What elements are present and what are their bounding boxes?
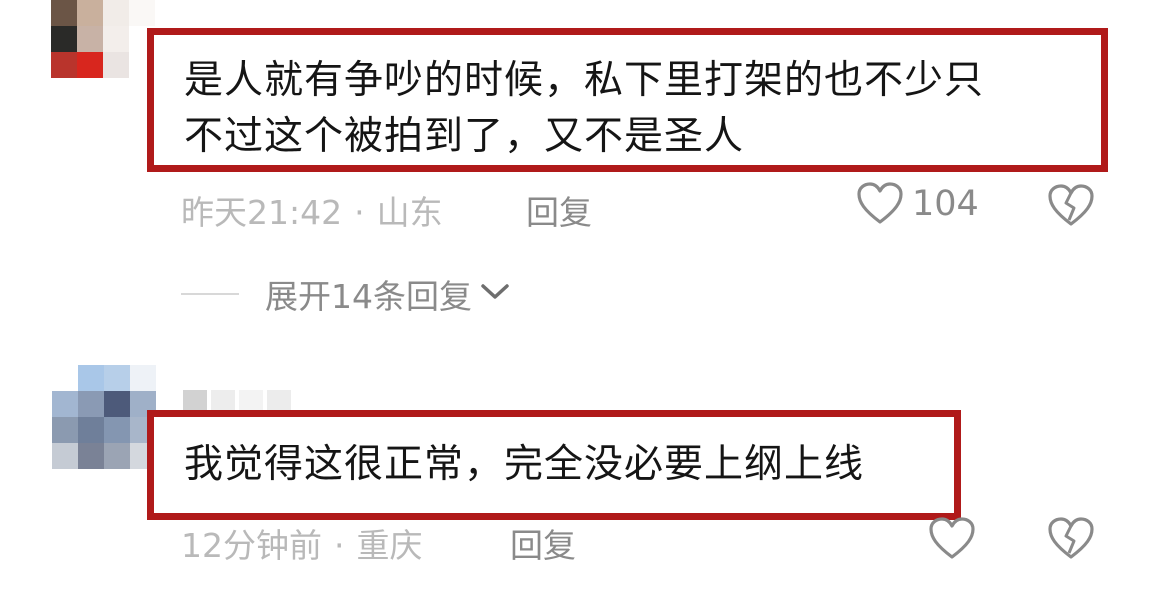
dislike-button[interactable]: [1047, 517, 1095, 561]
like-button[interactable]: [928, 517, 984, 561]
comment-text-line: 不过这个被拍到了，又不是圣人: [184, 114, 745, 159]
comment-meta: 昨天21:42 · 山东: [181, 186, 443, 234]
broken-heart-icon: [1047, 184, 1095, 228]
username-blurred[interactable]: [183, 390, 291, 410]
broken-heart-icon: [1047, 517, 1095, 561]
comment-location: 重庆: [356, 526, 423, 565]
like-count: 104: [912, 184, 979, 224]
comment-item: 我觉得这很正常，完全没必要上纲上线 12分钟前 · 重庆 回复: [0, 355, 1152, 593]
like-button[interactable]: 104: [856, 182, 979, 226]
comment-text-highlight: 我觉得这很正常，完全没必要上纲上线: [147, 410, 961, 520]
comment-time: 12分钟前: [181, 526, 322, 565]
avatar[interactable]: [51, 0, 155, 78]
comment-location: 山东: [376, 193, 443, 232]
comment-text-line: 是人就有争吵的时候，私下里打架的也不少只: [184, 58, 985, 103]
meta-separator: ·: [334, 526, 345, 565]
comment-meta: 12分钟前 · 重庆: [181, 519, 423, 567]
comment-item: 是人就有争吵的时候，私下里打架的也不少只 不过这个被拍到了，又不是圣人 昨天21…: [0, 0, 1152, 250]
divider: [181, 293, 239, 295]
comment-time: 昨天21:42: [181, 193, 343, 232]
expand-replies-label: 展开14条回复: [265, 277, 472, 316]
expand-replies-button[interactable]: 展开14条回复: [181, 270, 510, 318]
comment-text-highlight: 是人就有争吵的时候，私下里打架的也不少只 不过这个被拍到了，又不是圣人: [147, 28, 1108, 172]
reply-button[interactable]: 回复: [526, 186, 592, 234]
meta-separator: ·: [354, 193, 365, 232]
heart-outline-icon: [928, 517, 976, 561]
comment-text-line: 我觉得这很正常，完全没必要上纲上线: [184, 442, 865, 487]
avatar[interactable]: [52, 365, 156, 469]
dislike-button[interactable]: [1047, 184, 1095, 228]
heart-outline-icon: [856, 182, 904, 226]
reply-button[interactable]: 回复: [510, 519, 576, 567]
chevron-down-icon: [480, 282, 510, 306]
